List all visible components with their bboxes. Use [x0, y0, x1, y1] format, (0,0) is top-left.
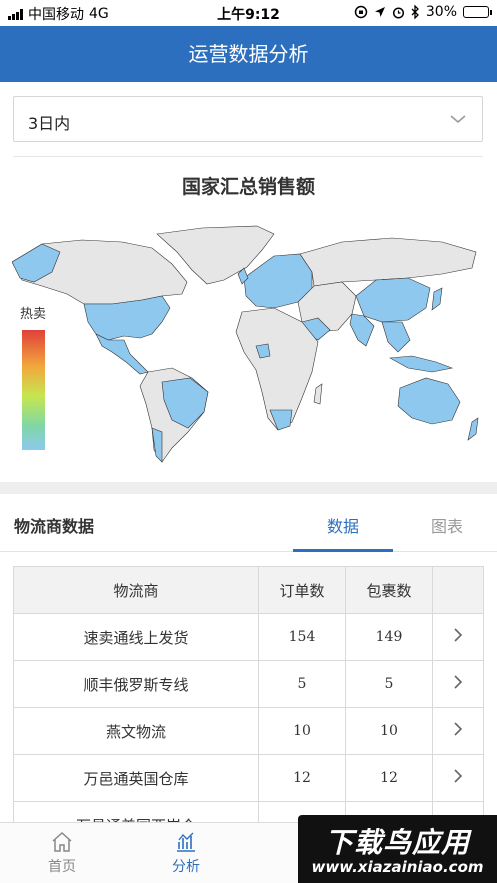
- column-header-carrier: 物流商: [13, 566, 259, 614]
- tab-home[interactable]: 首页: [17, 823, 107, 883]
- location-icon: [374, 7, 385, 17]
- map-region-new-zealand[interactable]: [467, 417, 479, 441]
- row-detail-button[interactable]: [432, 754, 484, 802]
- package-count-cell: 5: [345, 660, 433, 708]
- order-count-cell: 12: [258, 754, 346, 802]
- package-count-cell: 149: [345, 613, 433, 661]
- column-header-orders: 订单数: [258, 566, 346, 614]
- row-detail-button[interactable]: [432, 660, 484, 708]
- logistics-heading: 物流商数据: [14, 517, 95, 536]
- battery-icon: [463, 6, 492, 18]
- chevron-down-icon: [450, 115, 466, 124]
- table-row[interactable]: 顺丰俄罗斯专线 5 5: [13, 660, 484, 708]
- map-region-russia[interactable]: [299, 237, 477, 287]
- date-range-value: 3日内: [28, 114, 71, 133]
- world-sales-map[interactable]: [12, 222, 487, 472]
- logistics-header: 物流商数据 数据 图表: [0, 494, 497, 552]
- map-region-indonesia[interactable]: [389, 355, 454, 373]
- section-gap: [0, 482, 497, 494]
- tab-data[interactable]: 数据: [293, 513, 393, 537]
- map-title: 国家汇总销售额: [181, 176, 315, 198]
- rotation-lock-icon: [354, 5, 368, 19]
- column-header-action: [432, 566, 484, 614]
- order-count-cell: 5: [258, 660, 346, 708]
- package-count-cell: 12: [345, 754, 433, 802]
- date-range-select[interactable]: 3日内: [13, 96, 483, 142]
- row-detail-button[interactable]: [432, 613, 484, 661]
- table-row[interactable]: 万邑通英国仓库 12 12: [13, 754, 484, 802]
- bluetooth-icon: [411, 5, 419, 19]
- heat-legend-label: 热卖: [20, 307, 47, 322]
- map-region-japan[interactable]: [431, 287, 443, 311]
- carrier-name-cell: 万邑通英国仓库: [13, 754, 259, 802]
- map-region-madagascar[interactable]: [313, 383, 323, 405]
- divider: [13, 156, 483, 157]
- logistics-table: 物流商 订单数 包裹数 速卖通线上发货 154 149 顺丰俄罗斯专线 5 5 …: [13, 566, 484, 822]
- map-region-mexico[interactable]: [95, 333, 149, 375]
- tab-chart[interactable]: 图表: [397, 513, 497, 537]
- order-count-cell: 10: [258, 707, 346, 755]
- nav-bar: 运营数据分析: [0, 26, 497, 82]
- chevron-right-icon: [454, 628, 463, 642]
- row-detail-button[interactable]: [432, 707, 484, 755]
- table-row[interactable]: 燕文物流 10 10: [13, 707, 484, 755]
- tab-analysis-label: 分析: [172, 859, 200, 875]
- main-content[interactable]: 3日内 国家汇总销售额 热卖 物流商数据 数据 图表 物流商 订单数 包裹数 速…: [0, 82, 497, 822]
- carrier-name-cell: 顺丰俄罗斯专线: [13, 660, 259, 708]
- order-count-cell: 154: [258, 613, 346, 661]
- watermark-title: 下载鸟应用: [324, 826, 470, 859]
- carrier-name-cell: 燕文物流: [13, 707, 259, 755]
- status-bar: 中国移动 4G 上午9:12 30%: [0, 0, 497, 26]
- watermark-logo: 下载鸟应用 www.xiazainiao.com: [298, 815, 497, 883]
- home-icon: [52, 831, 72, 852]
- map-region-southeast-asia[interactable]: [381, 321, 411, 353]
- table-header-row: 物流商 订单数 包裹数: [13, 566, 484, 614]
- page-title: 运营数据分析: [188, 42, 309, 66]
- chevron-right-icon: [454, 722, 463, 736]
- chevron-right-icon: [454, 769, 463, 783]
- carrier-name-cell: 万邑通美国西岸仓: [13, 801, 259, 822]
- alarm-icon: [392, 6, 404, 19]
- watermark-url: www.xiazainiao.com: [311, 858, 484, 876]
- heat-legend-bar: [22, 330, 45, 450]
- tab-home-label: 首页: [48, 859, 76, 875]
- active-tab-indicator: [293, 549, 393, 552]
- analysis-chart-icon: [177, 832, 195, 852]
- battery-percent: 30%: [425, 4, 457, 20]
- map-region-australia[interactable]: [397, 377, 461, 425]
- tab-analysis[interactable]: 分析: [141, 823, 231, 883]
- map-region-china[interactable]: [355, 277, 431, 323]
- column-header-packages: 包裹数: [345, 566, 433, 614]
- chevron-right-icon: [454, 675, 463, 689]
- map-region-india[interactable]: [349, 313, 375, 347]
- table-row[interactable]: 速卖通线上发货 154 149: [13, 613, 484, 661]
- package-count-cell: 10: [345, 707, 433, 755]
- carrier-name-cell: 速卖通线上发货: [13, 613, 259, 661]
